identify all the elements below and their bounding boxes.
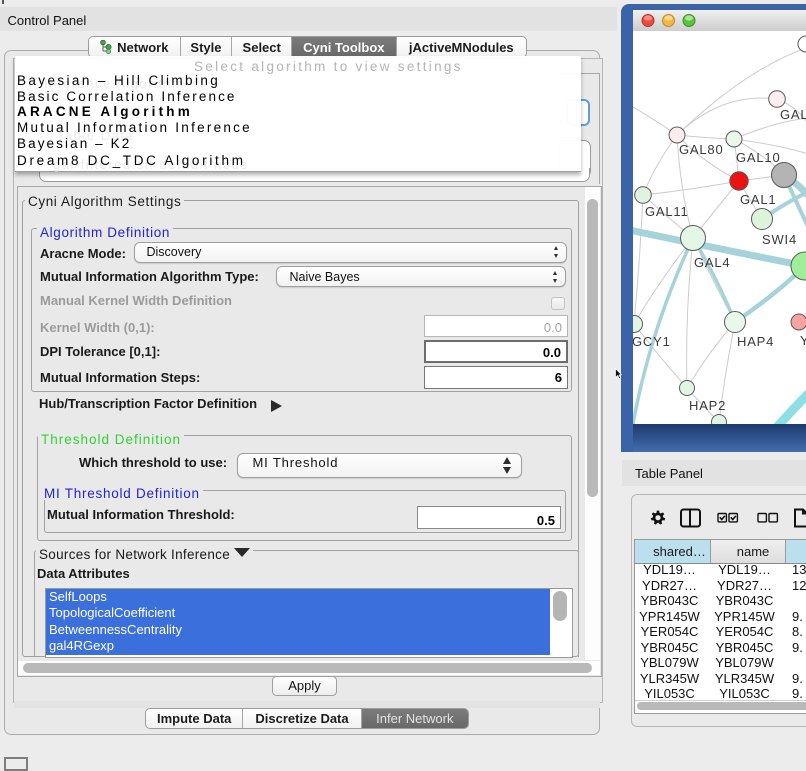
svg-text:GAL10: GAL10 xyxy=(736,150,780,165)
svg-text:GAL80: GAL80 xyxy=(679,142,723,157)
svg-text:HAP4: HAP4 xyxy=(737,334,774,349)
svg-text:GAL1: GAL1 xyxy=(740,192,776,207)
svg-text:Y: Y xyxy=(800,333,806,348)
svg-text:GCY1: GCY1 xyxy=(633,334,671,349)
svg-text:HAP2: HAP2 xyxy=(689,398,726,413)
svg-text:GAL2: GAL2 xyxy=(780,107,806,122)
svg-text:GAL11: GAL11 xyxy=(645,204,689,219)
svg-text:SWI4: SWI4 xyxy=(762,232,797,247)
svg-text:GAL4: GAL4 xyxy=(694,255,730,270)
